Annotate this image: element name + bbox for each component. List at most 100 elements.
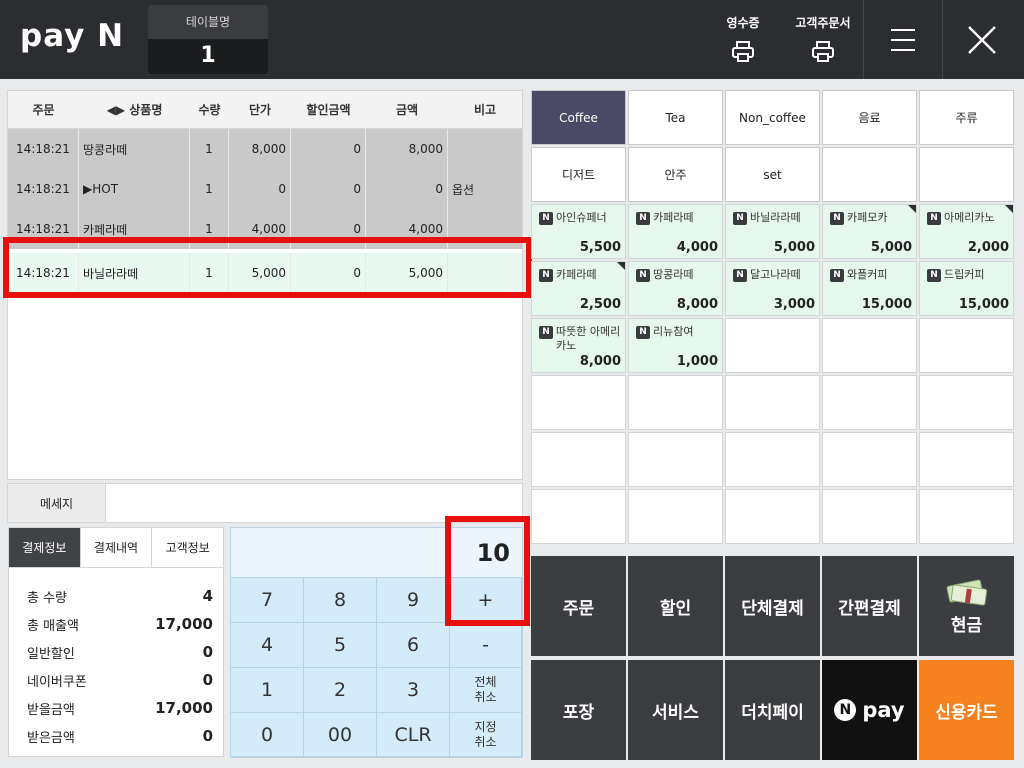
table-row-selected[interactable]: 14:18:21 바닐라라떼 1 5,000 0 5,000 xyxy=(8,253,522,293)
column-header: 비고 xyxy=(473,103,497,117)
keypad-key[interactable]: 3 xyxy=(377,668,450,713)
row-qty: 1 xyxy=(190,169,229,209)
keypad-key[interactable]: 6 xyxy=(377,623,450,668)
row-note xyxy=(448,209,522,249)
info-row: 총 매출액 17,000 xyxy=(27,610,213,638)
menu-slot-empty xyxy=(628,375,723,430)
keypad-key[interactable]: 전체 취소 xyxy=(450,668,522,713)
category-tab[interactable]: Tea xyxy=(628,90,723,145)
receipt-print-button[interactable]: 영수증 xyxy=(703,14,783,63)
row-discount: 0 xyxy=(291,129,366,169)
naver-badge-icon: N xyxy=(539,269,553,282)
category-tab[interactable]: 음료 xyxy=(822,90,917,145)
row-price: 0 xyxy=(229,169,291,209)
message-label: 메세지 xyxy=(8,484,106,522)
credit-card-button[interactable]: 신용카드 xyxy=(919,660,1014,760)
category-tab[interactable]: 안주 xyxy=(628,147,723,202)
menu-slot-empty xyxy=(822,432,917,487)
column-header[interactable]: ◀▶ 상품명 xyxy=(79,91,190,128)
menu-item[interactable]: N 리뉴참여 1,000 xyxy=(628,318,723,373)
info-label: 네이버쿠폰 xyxy=(27,674,87,690)
naver-badge-icon: N xyxy=(830,269,844,282)
menu-slot-empty xyxy=(725,375,820,430)
takeout-button[interactable]: 포장 xyxy=(531,660,626,760)
menu-item[interactable]: N 카페라떼 2,500 xyxy=(531,261,626,316)
discount-button[interactable]: 할인 xyxy=(628,556,723,656)
row-price: 8,000 xyxy=(229,129,291,169)
table-row[interactable]: 14:18:21 ▶HOT 1 0 0 0 옵션 xyxy=(8,169,522,209)
tab-payment-history[interactable]: 결제내역 xyxy=(81,528,153,567)
easy-pay-button[interactable]: 간편결제 xyxy=(822,556,917,656)
service-button[interactable]: 서비스 xyxy=(628,660,723,760)
info-label: 받은금액 xyxy=(27,730,75,746)
keypad-key[interactable]: 7 xyxy=(231,578,304,623)
top-bar: pay N 테이블명 1 영수증 고객주문서 xyxy=(0,0,1024,79)
payment-info-panel: 결제정보 결제내역 고객정보 총 수량 4 총 매출액 17,000 일반할인 0 네… xyxy=(8,527,224,757)
menu-item[interactable]: N 아인슈페너 5,500 xyxy=(531,204,626,259)
keypad-key[interactable]: 5 xyxy=(304,623,377,668)
category-tab[interactable]: Coffee xyxy=(531,90,626,145)
group-pay-button[interactable]: 단체결제 xyxy=(725,556,820,656)
keypad-key[interactable]: 0 xyxy=(231,713,304,758)
table-row[interactable]: 14:18:21 카페라떼 1 4,000 0 4,000 xyxy=(8,209,522,249)
printer-icon xyxy=(812,41,834,62)
table-row[interactable]: 14:18:21 땅콩라떼 1 8,000 0 8,000 xyxy=(8,129,522,169)
category-tab[interactable]: 주류 xyxy=(919,90,1014,145)
info-row: 받을금액 17,000 xyxy=(27,694,213,722)
menu-item[interactable]: N 바닐라라떼 5,000 xyxy=(725,204,820,259)
menu-grid: N 아인슈페너 5,500 N 카페라떼 4,000 N 바닐라라떼 5,000 N 카페모카 5,0… xyxy=(531,204,1015,544)
naver-badge-icon: N xyxy=(636,269,650,282)
tab-payment-info[interactable]: 결제정보 xyxy=(9,528,81,567)
row-time: 14:18:21 xyxy=(8,209,79,249)
menu-item[interactable]: N 카페라떼 4,000 xyxy=(628,204,723,259)
menu-item-name: 와플커피 xyxy=(847,268,888,281)
keypad-key[interactable]: 1 xyxy=(231,668,304,713)
menu-item[interactable]: N 땅콩라떼 8,000 xyxy=(628,261,723,316)
row-qty: 1 xyxy=(190,253,229,293)
menu-button[interactable] xyxy=(864,0,942,79)
keypad-key[interactable]: - xyxy=(450,623,522,668)
keypad-key[interactable]: CLR xyxy=(377,713,450,758)
tab-customer-info[interactable]: 고객정보 xyxy=(152,528,223,567)
keypad-key[interactable]: 2 xyxy=(304,668,377,713)
naver-badge-icon: N xyxy=(733,212,747,225)
menu-slot-empty xyxy=(628,432,723,487)
app-logo: pay N xyxy=(20,18,125,54)
keypad-key[interactable]: 00 xyxy=(304,713,377,758)
menu-item-price: 1,000 xyxy=(676,354,718,369)
keypad-key[interactable]: 4 xyxy=(231,623,304,668)
message-input[interactable] xyxy=(106,484,522,522)
category-tab[interactable]: Non_coffee xyxy=(725,90,820,145)
menu-item[interactable]: N 카페모카 5,000 xyxy=(822,204,917,259)
keypad-key[interactable]: 8 xyxy=(304,578,377,623)
menu-item[interactable]: N 달고나라떼 3,000 xyxy=(725,261,820,316)
keypad-key[interactable]: 지정 취소 xyxy=(450,713,522,758)
menu-item-name: 리뉴참여 xyxy=(653,325,694,338)
customer-order-print-button[interactable]: 고객주문서 xyxy=(783,14,863,63)
dutch-pay-button[interactable]: 더치페이 xyxy=(725,660,820,760)
row-name: 바닐라라떼 xyxy=(79,253,190,293)
option-corner-marker xyxy=(908,205,916,213)
category-empty xyxy=(919,147,1014,202)
info-label: 총 수량 xyxy=(27,590,68,606)
option-corner-marker xyxy=(617,262,625,270)
npay-button[interactable]: Npay xyxy=(822,660,917,760)
customer-order-label: 고객주문서 xyxy=(795,16,851,30)
naver-badge-icon: N xyxy=(539,326,553,339)
menu-item[interactable]: N 와플커피 15,000 xyxy=(822,261,917,316)
keypad-key[interactable]: 9 xyxy=(377,578,450,623)
close-button[interactable] xyxy=(943,0,1021,79)
menu-item[interactable]: N 따뜻한 아메리카노 8,000 xyxy=(531,318,626,373)
keypad-key[interactable]: + xyxy=(450,578,522,623)
table-indicator: 테이블명 1 xyxy=(148,5,268,74)
info-label: 받을금액 xyxy=(27,702,75,718)
category-tab[interactable]: set xyxy=(725,147,820,202)
menu-item[interactable]: N 드립커피 15,000 xyxy=(919,261,1014,316)
category-tab[interactable]: 디저트 xyxy=(531,147,626,202)
order-button[interactable]: 주문 xyxy=(531,556,626,656)
row-note xyxy=(448,253,522,293)
column-header: 수량 xyxy=(198,103,221,117)
cash-button[interactable]: 현금 xyxy=(919,556,1014,656)
info-tabs: 결제정보 결제내역 고객정보 xyxy=(9,528,223,568)
menu-item[interactable]: N 아메리카노 2,000 xyxy=(919,204,1014,259)
